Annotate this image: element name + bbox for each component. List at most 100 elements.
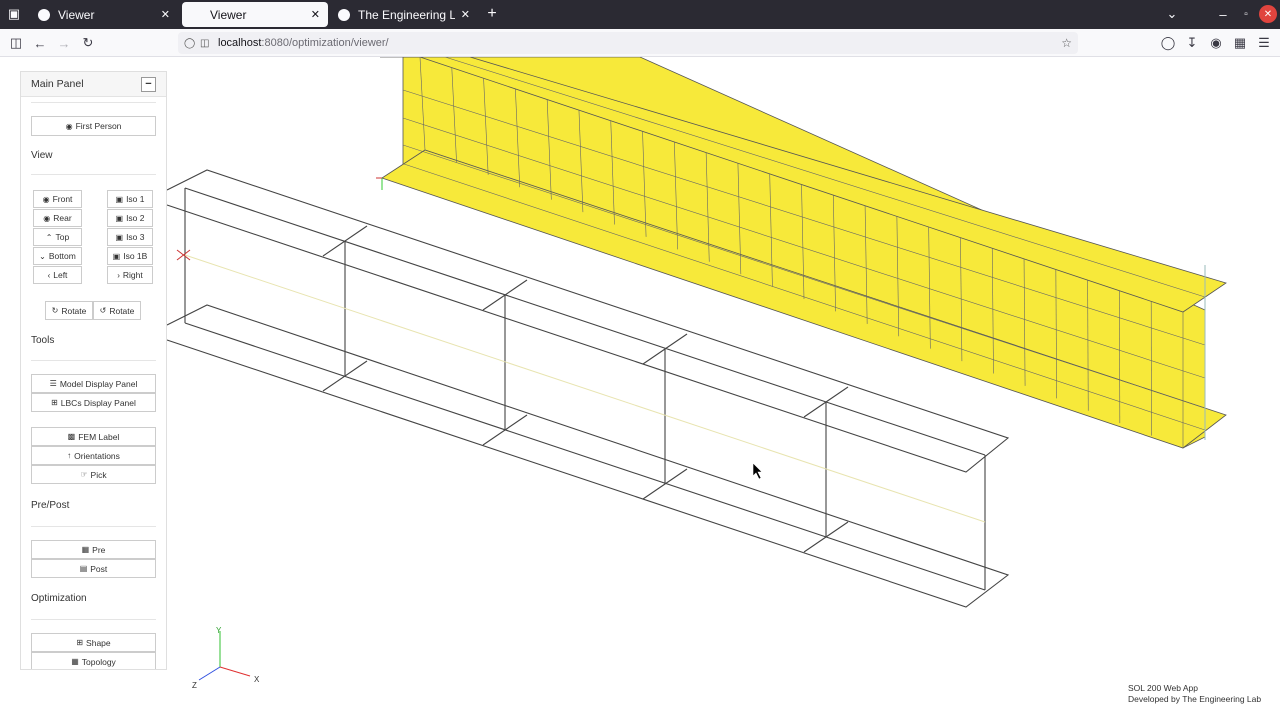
arrow-up-icon: ↑ (67, 451, 72, 460)
fem-label-text: FEM Label (78, 431, 120, 442)
fem-label-button[interactable]: ▩ FEM Label (31, 427, 156, 446)
axis-z-label: Z (192, 681, 197, 690)
section-prepost-title: Pre/Post (31, 500, 70, 511)
back-icon[interactable]: ← (30, 33, 50, 53)
menu-icon[interactable]: ☰ (1254, 33, 1274, 53)
iso2-button[interactable]: ▣ Iso 2 (107, 209, 153, 227)
post-button[interactable]: ▤ Post (31, 559, 156, 578)
chevron-down-icon: ⌄ (39, 251, 46, 261)
top-button[interactable]: ⌃ Top (33, 228, 82, 246)
shape-button[interactable]: ⊞ Shape (31, 633, 156, 652)
divider (31, 102, 156, 103)
tab-overview-icon[interactable]: ▣ (4, 4, 24, 24)
close-icon[interactable]: ✕ (311, 8, 320, 21)
section-tools-title: Tools (31, 335, 55, 346)
chevron-left-icon: ‹ (47, 270, 51, 280)
iso1-button[interactable]: ▣ Iso 1 (107, 190, 153, 208)
monitor-icon: ▤ (79, 564, 88, 573)
pocket-icon[interactable]: ◯ (1158, 33, 1178, 53)
iso1-label: Iso 1 (126, 194, 145, 204)
section-view-title: View (31, 150, 53, 161)
footer-credit: Developed by The Engineering Lab (1128, 694, 1262, 704)
orientations-button[interactable]: ↑ Orientations (31, 446, 156, 465)
minimize-icon[interactable]: – (1213, 4, 1233, 24)
globe-icon (38, 8, 50, 21)
mouse-cursor (752, 462, 763, 480)
front-button[interactable]: ◉ Front (33, 190, 82, 208)
topology-label: Topology (81, 656, 116, 667)
right-label: Right (122, 270, 143, 280)
iso3-button[interactable]: ▣ Iso 3 (107, 228, 153, 246)
restore-icon[interactable]: ▫ (1236, 4, 1256, 24)
section-optimization-title: Optimization (31, 593, 87, 604)
circle-dot-icon: ◉ (42, 194, 50, 204)
rear-button[interactable]: ◉ Rear (33, 209, 82, 227)
left-label: Left (53, 270, 68, 280)
account-icon[interactable]: ◉ (1206, 33, 1226, 53)
globe-icon (190, 9, 202, 21)
tab-viewer-1[interactable]: Viewer ✕ (30, 2, 178, 27)
beam-scene[interactable]: Y X Z (0, 57, 1280, 720)
pre-label: Pre (92, 544, 106, 555)
hand-pointer-icon: ☞ (80, 470, 88, 479)
rotate-ccw-label: Rotate (109, 305, 135, 316)
first-person-button[interactable]: ◉ First Person (31, 116, 156, 136)
tab-label: Viewer (58, 7, 95, 22)
left-button[interactable]: ‹ Left (33, 266, 82, 284)
tab-viewer-2[interactable]: Viewer ✕ (182, 2, 328, 27)
new-tab-icon[interactable]: + (482, 4, 502, 24)
topology-button[interactable]: ▦ Topology (31, 652, 156, 669)
tab-label: Viewer (210, 7, 247, 22)
downloads-icon[interactable]: ↧ (1182, 33, 1202, 53)
label-a-icon: ▩ (67, 432, 76, 441)
tab-list-chevron-icon[interactable]: ⌄ (1162, 4, 1182, 24)
rotate-cw-button[interactable]: ↻ Rotate (45, 301, 93, 320)
collapse-button[interactable]: − (141, 77, 156, 92)
close-icon[interactable]: ✕ (461, 8, 470, 21)
cube-icon: ▣ (112, 251, 121, 261)
cube-icon: ▣ (115, 213, 124, 223)
lock-icon: ◫ (200, 37, 210, 49)
rotate-ccw-icon: ↺ (99, 306, 107, 315)
right-button[interactable]: › Right (107, 266, 153, 284)
model-display-panel-button[interactable]: ☰ Model Display Panel (31, 374, 156, 393)
reload-icon[interactable]: ↻ (78, 33, 98, 53)
tab-engineering-lab[interactable]: The Engineering Lab | Na ✕ (330, 2, 478, 27)
sidebar-toggle-icon[interactable]: ◫ (6, 33, 26, 53)
eye-icon: ◉ (65, 121, 73, 131)
chevron-right-icon: › (117, 270, 120, 280)
pick-button[interactable]: ☞ Pick (31, 465, 156, 484)
rotate-ccw-button[interactable]: ↺ Rotate (93, 301, 141, 320)
shield-icon: ◯ (184, 37, 196, 49)
front-label: Front (52, 194, 73, 204)
bottom-button[interactable]: ⌄ Bottom (33, 247, 82, 265)
divider (31, 526, 156, 527)
shape-label: Shape (86, 637, 111, 648)
close-icon[interactable]: ✕ (161, 8, 170, 21)
bookmark-star-icon[interactable]: ☆ (1061, 36, 1072, 50)
cube-icon: ▣ (115, 194, 124, 204)
divider (31, 619, 156, 620)
forward-icon[interactable]: → (54, 33, 74, 53)
divider (31, 360, 156, 361)
iso3-label: Iso 3 (126, 232, 145, 242)
browser-nav-bar: ◫ ← → ↻ ◯ ◫ localhost:8080/optimization/… (0, 29, 1280, 57)
window-close-icon[interactable]: ✕ (1259, 5, 1277, 23)
3d-viewport[interactable]: Y X Z (0, 57, 1280, 720)
extensions-icon[interactable]: ▦ (1230, 33, 1250, 53)
rotate-cw-label: Rotate (61, 305, 87, 316)
iso1b-label: Iso 1B (123, 251, 148, 261)
pre-button[interactable]: ▦ Pre (31, 540, 156, 559)
browser-tab-bar: ▣ Viewer ✕ Viewer ✕ The Engineering Lab … (0, 0, 1280, 29)
main-panel-title: Main Panel (31, 78, 84, 90)
url-bar[interactable]: ◯ ◫ localhost:8080/optimization/viewer/ … (178, 32, 1078, 54)
url-path: :8080/optimization/viewer/ (261, 37, 389, 49)
cube-icon: ▣ (115, 232, 124, 242)
chevron-up-icon: ⌃ (45, 232, 53, 242)
iso1b-button[interactable]: ▣ Iso 1B (107, 247, 153, 265)
lbcs-display-panel-button[interactable]: ⊞ LBCs Display Panel (31, 393, 156, 412)
main-panel: Main Panel − ◉ First Person View ◉ Front ◉… (20, 71, 167, 670)
lbcs-display-label: LBCs Display Panel (60, 397, 136, 408)
sitemap-icon: ⊞ (76, 638, 84, 647)
grid-icon: ▦ (81, 545, 90, 554)
